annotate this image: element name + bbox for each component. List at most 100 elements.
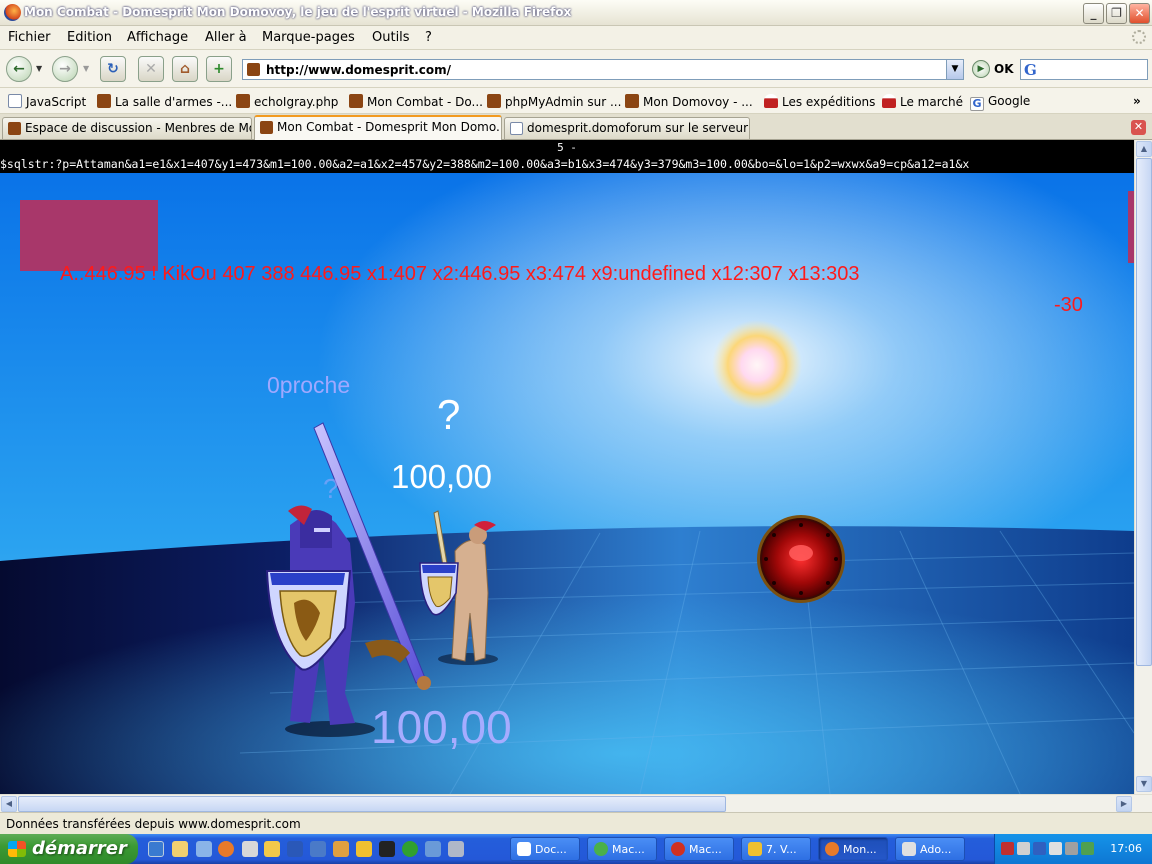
menu-affichage[interactable]: Affichage (127, 30, 188, 45)
bookmark-javascript[interactable]: JavaScript (8, 94, 86, 109)
close-tab-button[interactable]: ✕ (1131, 120, 1146, 135)
house-icon (487, 94, 501, 108)
vertical-scroll-thumb[interactable] (1136, 158, 1152, 666)
back-button[interactable]: ← (6, 56, 32, 82)
forward-button[interactable]: → (52, 56, 78, 82)
tab-domoforum[interactable]: domesprit.domoforum sur le serveur l... (504, 117, 750, 139)
debug-coordinates-text: A..446.95 ! KikOu 407 388 446.95 x1:407 … (60, 263, 860, 285)
hat-icon (764, 94, 778, 108)
close-button[interactable]: ✕ (1129, 3, 1150, 24)
taskbar-item-ado[interactable]: Ado... (895, 837, 965, 861)
sql-query-text: $sqlstr:?p=Attaman&a1=e1&x1=407&y1=473&m… (0, 157, 970, 171)
window-title: Mon Combat - Domesprit Mon Domovoy, le j… (24, 5, 572, 19)
tray-speaker-icon[interactable] (1049, 842, 1062, 855)
horizontal-scroll-thumb[interactable] (18, 796, 726, 812)
status-bar: Données transférées depuis www.domesprit… (0, 812, 1152, 834)
combat-scene[interactable]: A..446.95 ! KikOu 407 388 446.95 x1:407 … (0, 173, 1134, 794)
scroll-up-arrow-icon[interactable]: ▲ (1136, 141, 1152, 157)
menu-marque-pages[interactable]: Marque-pages (262, 30, 355, 45)
quicklaunch-firefox-icon[interactable] (218, 841, 234, 857)
forward-dropdown-icon[interactable]: ▼ (83, 64, 89, 73)
go-button[interactable]: ▶ OK (972, 59, 1014, 80)
bookmark-salle-armes[interactable]: La salle d'armes -... (97, 94, 232, 109)
taskbar-clock[interactable]: 17:06 (1110, 842, 1142, 855)
url-bar[interactable]: http://www.domesprit.com/ ▼ (242, 59, 964, 80)
bookmark-mon-combat[interactable]: Mon Combat - Do... (349, 94, 483, 109)
taskbar-item-doc[interactable]: Doc... (510, 837, 580, 861)
vertical-scrollbar[interactable]: ▲ ▼ (1134, 140, 1152, 794)
menu-aller[interactable]: Aller à (205, 30, 247, 45)
tray-shield-icon[interactable] (1001, 842, 1014, 855)
menu-outils[interactable]: Outils (372, 30, 410, 45)
new-bookmark-button[interactable]: + (206, 56, 232, 82)
home-button[interactable]: ⌂ (172, 56, 198, 82)
tab-mon-combat[interactable]: Mon Combat - Domesprit Mon Domo... (254, 115, 502, 140)
menu-edition[interactable]: Edition (67, 30, 112, 45)
house-icon (349, 94, 363, 108)
quicklaunch-ie-icon[interactable] (148, 841, 164, 857)
quicklaunch-desktop-icon[interactable] (196, 841, 212, 857)
house-icon (236, 94, 250, 108)
quicklaunch-word-icon[interactable] (287, 841, 303, 857)
tab-strip: Espace de discussion - Menbres de Mo... … (0, 114, 1152, 140)
start-button[interactable]: démarrer (0, 834, 138, 864)
search-input[interactable]: G (1020, 59, 1148, 80)
google-search-engine-icon[interactable]: G (1024, 61, 1037, 79)
adobe-icon (902, 842, 916, 856)
back-dropdown-icon[interactable]: ▼ (36, 64, 42, 73)
windows-taskbar: démarrer Doc... Mac... Mac... 7. V... Mo… (0, 834, 1152, 864)
taskbar-item-7v[interactable]: 7. V... (741, 837, 811, 861)
taskbar-item-mac-2[interactable]: Mac... (664, 837, 734, 861)
scroll-right-arrow-icon[interactable]: ▶ (1116, 796, 1132, 812)
scroll-down-arrow-icon[interactable]: ▼ (1136, 776, 1152, 792)
house-icon (625, 94, 639, 108)
bookmark-expeditions[interactable]: Les expéditions (764, 94, 875, 109)
bookmark-phpmyadmin[interactable]: phpMyAdmin sur ... (487, 94, 621, 109)
reload-button[interactable]: ↻ (100, 56, 126, 82)
tray-device-icon[interactable] (1081, 842, 1094, 855)
enemy-question-mark: ? (437, 391, 461, 438)
firefox-logo-icon (4, 4, 21, 21)
bookmark-google[interactable]: G Google (970, 94, 1030, 111)
bookmark-mon-domovoy[interactable]: Mon Domovoy - ... (625, 94, 753, 109)
quicklaunch-misc-icon[interactable] (448, 841, 464, 857)
taskbar-item-mac-1[interactable]: Mac... (587, 837, 657, 861)
url-history-dropdown-icon[interactable]: ▼ (946, 60, 963, 79)
quicklaunch-app-icon[interactable] (242, 841, 258, 857)
page-content: 5 - $sqlstr:?p=Attaman&a1=e1&x1=407&y1=4… (0, 140, 1134, 794)
player-question-mark: ? (323, 473, 339, 504)
house-icon (8, 122, 21, 135)
page-icon (510, 122, 523, 135)
scroll-left-arrow-icon[interactable]: ◀ (1, 796, 17, 812)
tray-network-icon[interactable] (1017, 842, 1030, 855)
debug-counter-text: 5 - (557, 141, 577, 154)
url-text[interactable]: http://www.domesprit.com/ (266, 63, 451, 77)
bookmark-marche[interactable]: Le marché (882, 94, 963, 109)
menu-fichier[interactable]: Fichier (8, 30, 51, 45)
quicklaunch-tool-icon[interactable] (333, 841, 349, 857)
house-icon (97, 94, 111, 108)
stop-button[interactable]: ✕ (138, 56, 164, 82)
bookmarks-overflow-button[interactable]: » (1133, 94, 1141, 108)
quicklaunch-pen-icon[interactable] (356, 841, 372, 857)
quicklaunch-bs-icon[interactable] (310, 841, 326, 857)
tray-tool-icon[interactable] (1065, 842, 1078, 855)
red-orb-target[interactable] (757, 515, 845, 603)
menu-help[interactable]: ? (425, 30, 432, 45)
tab-discussion[interactable]: Espace de discussion - Menbres de Mo... (2, 117, 252, 139)
quicklaunch-explorer-icon[interactable] (264, 841, 280, 857)
quicklaunch-folder-icon[interactable] (172, 841, 188, 857)
quicklaunch-media-icon[interactable] (379, 841, 395, 857)
bookmark-echoigray[interactable]: echoIgray.php (236, 94, 338, 109)
dreamweaver-icon (594, 842, 608, 856)
firefox-icon (825, 842, 839, 856)
quicklaunch-play-icon[interactable] (402, 841, 418, 857)
quicklaunch-network-icon[interactable] (425, 841, 441, 857)
tray-monitor-icon[interactable] (1033, 842, 1046, 855)
system-tray: 17:06 (994, 834, 1152, 864)
taskbar-item-mon-firefox[interactable]: Mon... (818, 837, 888, 861)
window-titlebar[interactable]: Mon Combat - Domesprit Mon Domovoy, le j… (0, 0, 1152, 26)
horizontal-scrollbar[interactable]: ◀ ▶ (0, 794, 1152, 812)
maximize-button[interactable]: ❐ (1106, 3, 1127, 24)
minimize-button[interactable]: _ (1083, 3, 1104, 24)
